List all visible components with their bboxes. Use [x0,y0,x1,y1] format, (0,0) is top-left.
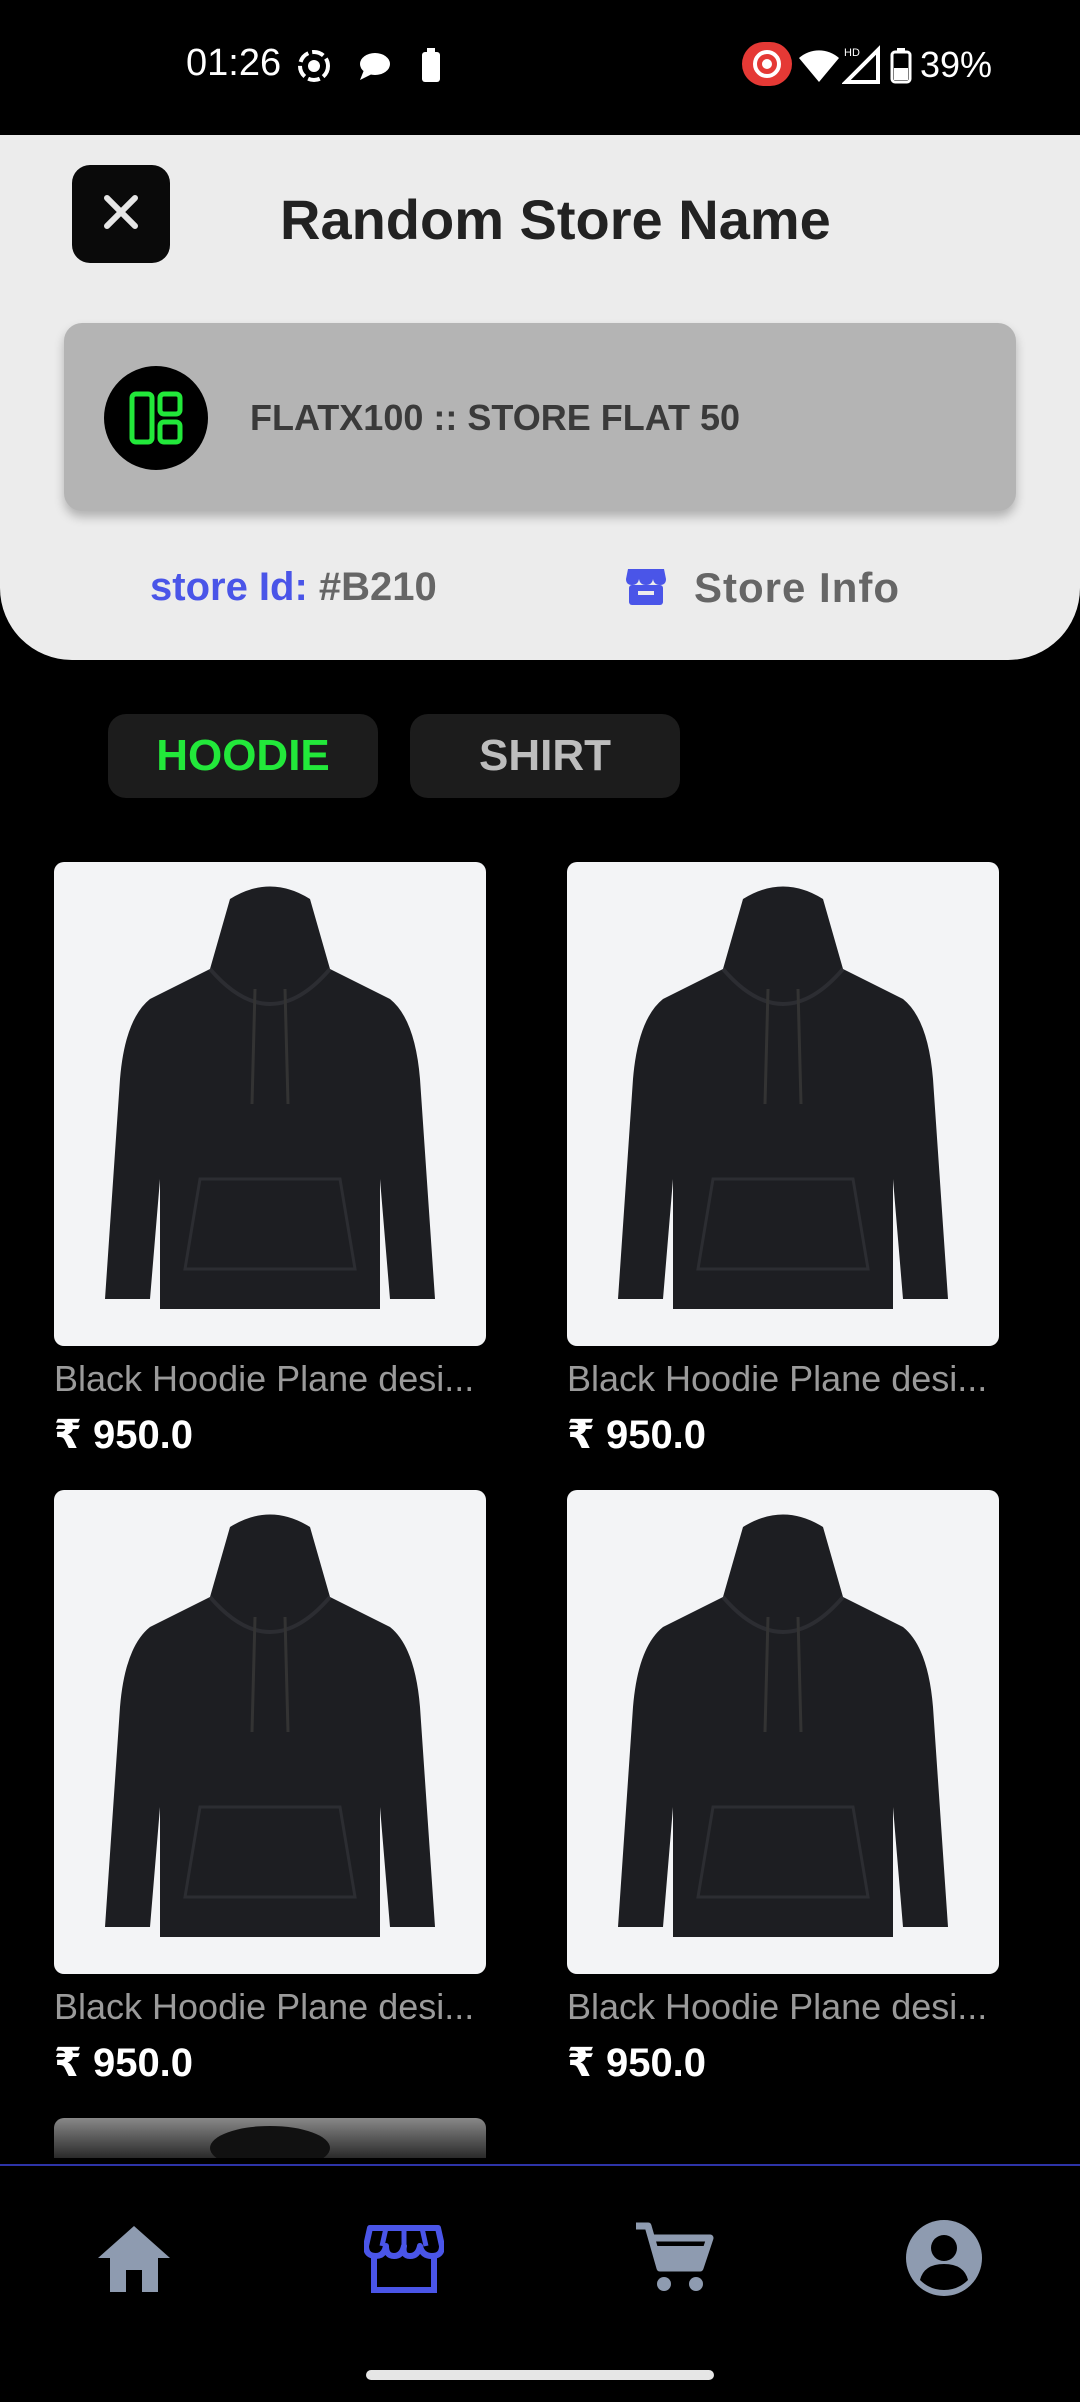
product-price: ₹ 950.0 [567,2041,707,2085]
product-card[interactable]: Black Hoodie Plane desi... ₹ 950.0 [567,862,1007,1458]
status-bar: 01:26 HD 39% [0,0,1080,135]
product-name: Black Hoodie Plane desi... [567,1986,988,2027]
svg-text:HD: HD [844,47,860,59]
battery-percent: 39% [920,44,993,85]
store-header: Random Store Name FLATX100 :: STORE FLAT… [0,135,1080,660]
gesture-bar[interactable] [366,2370,714,2380]
storefront-icon [624,563,668,612]
status-time: 01:26 [186,42,282,84]
nav-home[interactable] [84,2210,184,2310]
battery-icon [890,48,912,89]
product-image-partial[interactable] [54,2118,486,2158]
store-icon [363,2222,445,2299]
store-info-label: Store Info [694,563,900,611]
category-chip-hoodie[interactable]: HOODIE [108,714,378,798]
category-chip-shirt[interactable]: SHIRT [410,714,680,798]
product-name: Black Hoodie Plane desi... [54,1358,475,1399]
product-image[interactable] [54,1490,486,1974]
screen-record-icon [296,48,332,89]
store-info-button[interactable]: Store Info [624,563,900,612]
product-price: ₹ 950.0 [54,1413,194,1457]
record-badge-icon [742,42,792,91]
store-id-label: store Id: [150,565,308,609]
close-button[interactable] [72,165,170,263]
battery-small-icon [420,48,442,89]
coupon-banner[interactable]: FLATX100 :: STORE FLAT 50 [64,323,1016,511]
nav-store[interactable] [354,2210,454,2310]
product-name: Black Hoodie Plane desi... [567,1358,988,1399]
home-icon [94,2222,174,2299]
wifi-icon [798,48,840,89]
close-icon [99,190,143,239]
product-image[interactable] [567,1490,999,1974]
product-name: Black Hoodie Plane desi... [54,1986,475,2027]
product-image[interactable] [567,862,999,1346]
store-id: store Id: #B210 [150,565,437,610]
product-card[interactable]: Black Hoodie Plane desi... ₹ 950.0 [54,1490,494,2086]
product-price: ₹ 950.0 [567,1413,707,1457]
product-price: ₹ 950.0 [54,2041,194,2085]
dashboard-layout-icon [104,366,208,470]
nav-cart[interactable] [624,2210,724,2310]
product-image[interactable] [54,862,486,1346]
bottom-navigation [0,2164,1080,2402]
store-id-value: #B210 [318,565,437,609]
product-card[interactable]: Black Hoodie Plane desi... ₹ 950.0 [567,1490,1007,2086]
chat-bubble-icon [356,48,392,89]
profile-icon [904,2218,984,2303]
nav-profile[interactable] [894,2210,994,2310]
signal-hd-icon: HD [841,44,882,89]
store-title: Random Store Name [280,188,831,251]
coupon-text: FLATX100 :: STORE FLAT 50 [250,397,741,438]
product-card[interactable]: Black Hoodie Plane desi... ₹ 950.0 [54,862,494,1458]
cart-icon [634,2220,714,2301]
